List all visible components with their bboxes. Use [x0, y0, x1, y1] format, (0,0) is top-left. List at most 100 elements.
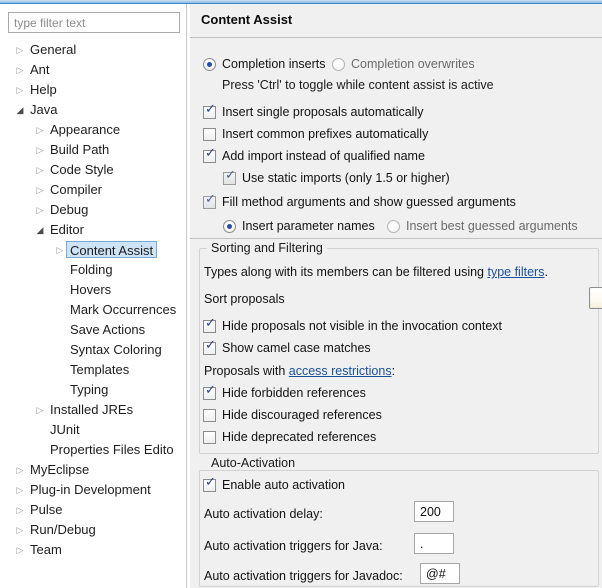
sidebar-item-save-actions[interactable]: Save Actions [0, 320, 188, 340]
hide-not-visible-checkbox[interactable] [203, 317, 217, 333]
sidebar-item-label: Mark Occurrences [70, 302, 177, 317]
sidebar-item-label: Plug-in Development [30, 482, 151, 497]
chevron-down-icon[interactable]: ◢ [14, 100, 26, 120]
sidebar-item-build-path[interactable]: ▷ Build Path [0, 140, 188, 160]
sidebar-item-label: Content Assist [66, 241, 158, 258]
chevron-right-icon[interactable]: ▷ [14, 60, 26, 80]
fill-method-arguments-and-show-guessed-arguments-label: Fill method arguments and show guessed a… [222, 195, 516, 209]
auto-activation-delay-label: Auto activation delay: [204, 507, 323, 521]
insert-best-guessed-arguments-radio[interactable] [387, 220, 400, 233]
chevron-right-icon[interactable]: ▷ [34, 160, 46, 180]
auto-activation-triggers-java-input[interactable] [414, 533, 454, 554]
insert-parameter-names-radio[interactable] [223, 220, 236, 233]
sort-proposals-combo[interactable] [589, 287, 602, 309]
chevron-right-icon[interactable]: ▷ [34, 200, 46, 220]
sidebar-item-ant[interactable]: ▷ Ant [0, 60, 188, 80]
auto-activation-title: Auto-Activation [207, 456, 300, 470]
add-import-instead-of-qualified-name-label: Add import instead of qualified name [222, 149, 425, 163]
access-restrictions-link[interactable]: access restrictions [289, 364, 392, 378]
enable-auto-activation-checkbox[interactable] [203, 476, 217, 492]
sidebar-item-label: JUnit [50, 422, 80, 437]
add-import-instead-of-qualified-name-checkbox[interactable] [203, 147, 217, 163]
sidebar-item-pulse[interactable]: ▷ Pulse [0, 500, 188, 520]
chevron-right-icon[interactable]: ▷ [14, 460, 26, 480]
sidebar-item-installed-jres[interactable]: ▷ Installed JREs [0, 400, 188, 420]
insert-single-proposals-automatically-checkbox[interactable] [203, 103, 217, 119]
type-filters-link[interactable]: type filters [487, 265, 544, 279]
type-filter-note: Types along with its members can be filt… [204, 265, 548, 279]
insert-single-proposals-automatically-label: Insert single proposals automatically [222, 105, 424, 119]
sidebar-item-run-debug[interactable]: ▷ Run/Debug [0, 520, 188, 540]
preference-tree[interactable]: ▷ General ▷ Ant ▷ Help ◢ Java ▷ Appearance ▷ Build … [0, 40, 188, 560]
completion-overwrites-label: Completion overwrites [351, 57, 475, 71]
use-static-imports-only-1-5-or-higher-checkbox[interactable] [223, 169, 237, 185]
sidebar-item-debug[interactable]: ▷ Debug [0, 200, 188, 220]
access-restrictions-prefix: Proposals with [204, 364, 289, 378]
sidebar-item-folding[interactable]: Folding [0, 260, 188, 280]
show-camel-case-checkbox[interactable] [203, 339, 217, 355]
chevron-right-icon[interactable]: ▷ [14, 40, 26, 60]
type-filter-note-text: Types along with its members can be filt… [204, 265, 488, 279]
sidebar-item-typing[interactable]: Typing [0, 380, 188, 400]
title-separator [190, 37, 602, 38]
sidebar-item-general[interactable]: ▷ General [0, 40, 188, 60]
sidebar-item-plug-in-development[interactable]: ▷ Plug-in Development [0, 480, 188, 500]
pane-divider [186, 4, 187, 588]
sidebar-item-junit[interactable]: JUnit [0, 420, 188, 440]
chevron-right-icon[interactable]: ▷ [34, 140, 46, 160]
chevron-down-icon[interactable]: ◢ [34, 220, 46, 240]
sidebar-item-label: Installed JREs [50, 402, 134, 417]
auto-activation-triggers-javadoc-input[interactable] [420, 563, 460, 584]
sidebar-item-code-style[interactable]: ▷ Code Style [0, 160, 188, 180]
sidebar-item-label: Compiler [50, 182, 103, 197]
sidebar-item-label: Help [30, 82, 57, 97]
chevron-right-icon[interactable]: ▷ [54, 240, 66, 260]
chevron-right-icon[interactable]: ▷ [34, 400, 46, 420]
chevron-right-icon[interactable]: ▷ [14, 80, 26, 100]
auto-activation-delay-input[interactable] [414, 501, 454, 522]
sidebar-item-content-assist[interactable]: ▷ Content Assist [0, 240, 188, 260]
sidebar-item-help[interactable]: ▷ Help [0, 80, 188, 100]
sidebar-item-editor[interactable]: ◢ Editor [0, 220, 188, 240]
type-filter-note-suffix: . [544, 265, 548, 279]
sidebar-item-hovers[interactable]: Hovers [0, 280, 188, 300]
hide-deprecated-references-checkbox[interactable] [203, 431, 216, 444]
sidebar-item-mark-occurrences[interactable]: Mark Occurrences [0, 300, 188, 320]
sidebar-item-label: Typing [70, 382, 109, 397]
sidebar-item-myeclipse[interactable]: ▷ MyEclipse [0, 460, 188, 480]
chevron-right-icon[interactable]: ▷ [34, 180, 46, 200]
hide-discouraged-references-checkbox[interactable] [203, 409, 216, 422]
insert-common-prefixes-automatically-checkbox[interactable] [203, 128, 216, 141]
sidebar-item-team[interactable]: ▷ Team [0, 540, 188, 560]
chevron-right-icon[interactable]: ▷ [14, 480, 26, 500]
ctrl-toggle-hint: Press 'Ctrl' to toggle while content ass… [222, 78, 494, 92]
chevron-right-icon[interactable]: ▷ [14, 500, 26, 520]
hide-forbidden-references-checkbox[interactable] [203, 384, 217, 400]
sidebar-item-properties-files-edito[interactable]: Properties Files Edito [0, 440, 188, 460]
sidebar-item-compiler[interactable]: ▷ Compiler [0, 180, 188, 200]
enable-auto-activation-label: Enable auto activation [222, 478, 346, 492]
sidebar-item-label: Folding [70, 262, 113, 277]
show-camel-case-label: Show camel case matches [222, 341, 371, 355]
insert-common-prefixes-automatically-label: Insert common prefixes automatically [222, 127, 429, 141]
sidebar-item-appearance[interactable]: ▷ Appearance [0, 120, 188, 140]
sidebar-item-templates[interactable]: Templates [0, 360, 188, 380]
sidebar-item-label: Syntax Coloring [70, 342, 162, 357]
sidebar-item-java[interactable]: ◢ Java [0, 100, 188, 120]
hide-discouraged-references-label: Hide discouraged references [222, 408, 382, 422]
sidebar-item-label: Debug [50, 202, 89, 217]
fill-method-arguments-and-show-guessed-arguments-checkbox[interactable] [203, 193, 217, 209]
sidebar-item-label: Appearance [50, 122, 121, 137]
sidebar-item-syntax-coloring[interactable]: Syntax Coloring [0, 340, 188, 360]
chevron-right-icon[interactable]: ▷ [14, 520, 26, 540]
chevron-right-icon[interactable]: ▷ [34, 120, 46, 140]
hide-deprecated-references-label: Hide deprecated references [222, 430, 377, 444]
sidebar-item-label: Templates [70, 362, 130, 377]
insert-parameter-names-label: Insert parameter names [242, 219, 375, 233]
completion-inserts-radio[interactable] [203, 58, 216, 71]
chevron-right-icon[interactable]: ▷ [14, 540, 26, 560]
completion-overwrites-radio[interactable] [332, 58, 345, 71]
hide-not-visible-label: Hide proposals not visible in the invoca… [222, 319, 503, 333]
hide-forbidden-references-label: Hide forbidden references [222, 386, 366, 400]
filter-input[interactable] [8, 12, 180, 33]
